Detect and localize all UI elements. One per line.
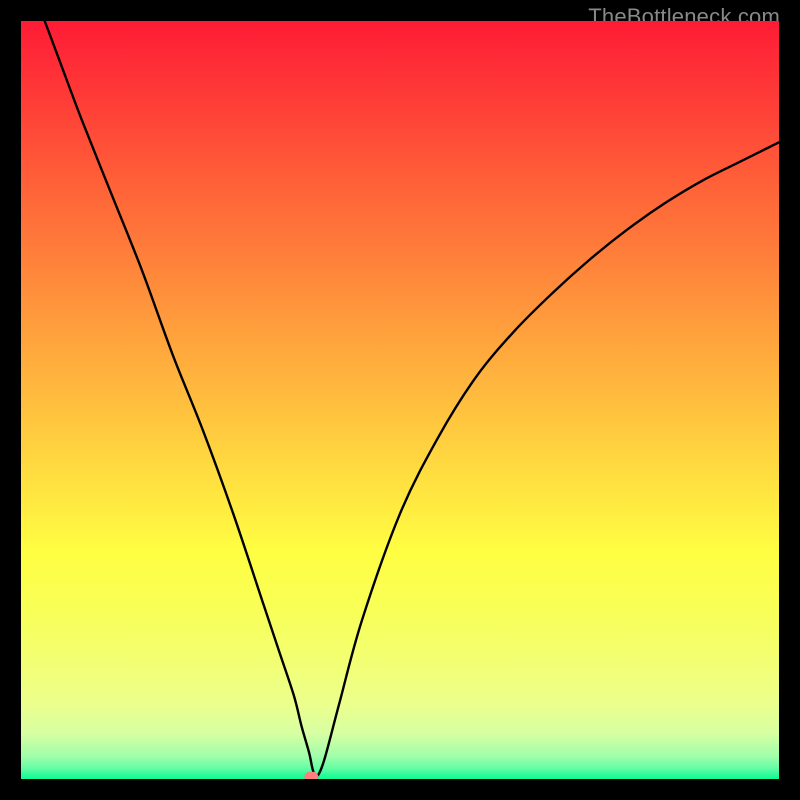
chart-svg bbox=[21, 21, 779, 779]
gradient-background bbox=[21, 21, 779, 779]
curve-minimum-marker bbox=[304, 772, 318, 779]
chart-container: TheBottleneck.com bbox=[0, 0, 800, 800]
